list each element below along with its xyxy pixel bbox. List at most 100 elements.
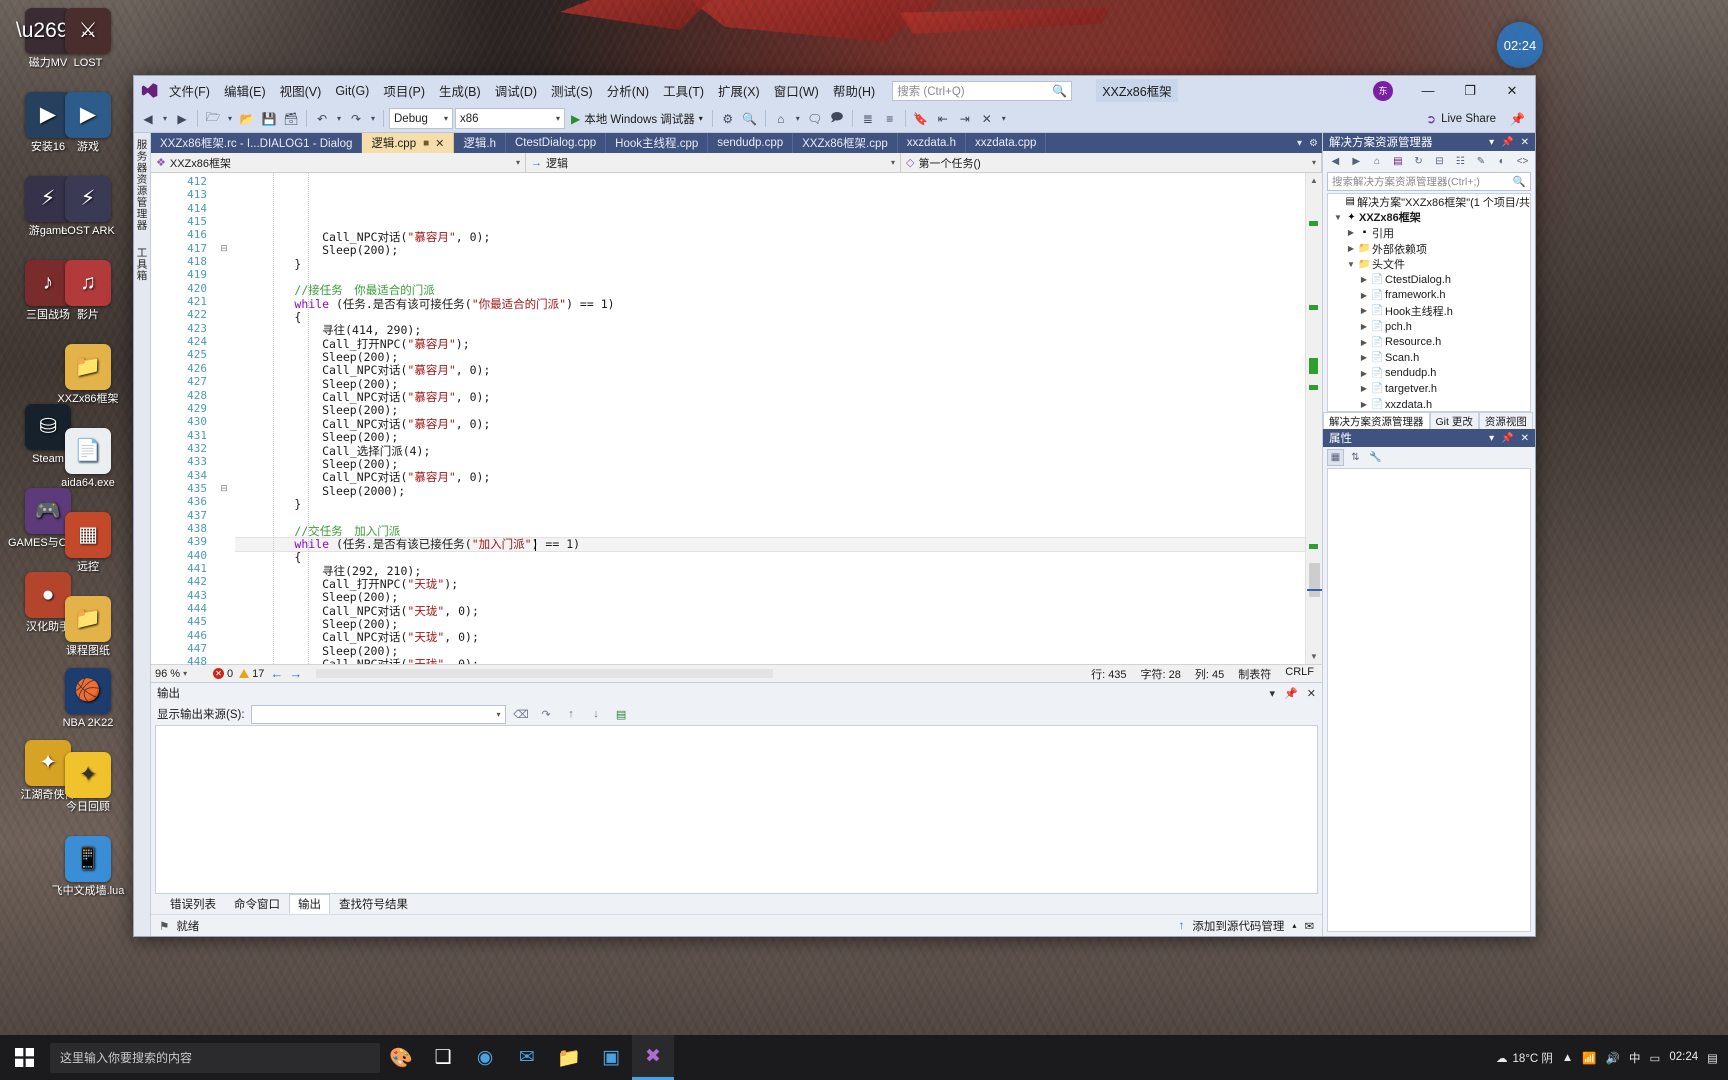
rail-server-explorer[interactable]: 服务器资源管理器 xyxy=(135,139,150,231)
chevron-right-icon[interactable]: ▶ xyxy=(1358,306,1370,315)
editor-horizontal-scrollbar[interactable] xyxy=(316,668,1078,679)
code-line[interactable]: Call_打开NPC("慕容月"); xyxy=(235,337,1305,351)
weather-indicator[interactable]: ☁ 18°C 阴 xyxy=(1496,1050,1553,1066)
code-line[interactable]: while (任务.是否有该已接任务("加入门派") == 1) xyxy=(235,536,1305,553)
tab-xxzx86-cpp[interactable]: XXZx86框架.cpp xyxy=(793,133,898,153)
taskbar-search-input[interactable]: 这里输入你要搜索的内容 xyxy=(50,1042,380,1073)
tab-output[interactable]: 输出 xyxy=(289,894,330,914)
redo-icon[interactable]: ↷ xyxy=(346,108,366,130)
tree-item[interactable]: ▶ ▪ 引用 xyxy=(1328,225,1530,241)
tree-item[interactable]: ▶ 📄 xxzdata.h xyxy=(1328,397,1530,411)
outdent-icon[interactable]: ≡ xyxy=(880,108,900,130)
solution-configuration-select[interactable]: Debug ▾ xyxy=(389,108,453,129)
tree-item[interactable]: ▶ 📄 framework.h xyxy=(1328,288,1530,304)
code-line[interactable]: Sleep(200); xyxy=(235,244,1305,257)
desktop-icon-xxzx86[interactable]: 📁 XXZx86框架 xyxy=(42,344,134,405)
code-line[interactable]: Call_NPC对话("慕容月", 0); xyxy=(235,364,1305,377)
chevron-right-icon[interactable]: ▶ xyxy=(1358,322,1370,331)
code-line[interactable]: Call_NPC对话("天珑", 0); xyxy=(235,631,1305,644)
desktop-icon-game[interactable]: ▶ 游戏 xyxy=(42,92,134,153)
chevron-right-icon[interactable]: ▶ xyxy=(1358,291,1370,300)
pin-icon[interactable]: 📌 xyxy=(1501,433,1513,444)
notifications-icon[interactable]: ✉ xyxy=(1304,919,1314,933)
chevron-right-icon[interactable]: ▶ xyxy=(1345,244,1357,253)
code-line[interactable] xyxy=(235,271,1305,284)
code-line[interactable]: Sleep(200); xyxy=(235,350,1305,364)
editor-vertical-scrollbar[interactable]: ▲ ▼ xyxy=(1305,173,1322,664)
navbar-scope-select[interactable]: → 逻辑 ▾ xyxy=(526,153,901,172)
code-line[interactable]: Sleep(200); xyxy=(235,377,1305,391)
solution-tree[interactable]: ▤ 解决方案"XXZx86框架"(1 个项目/共 ▼ ✦ XXZx86框架 ▶ ▪ 引用 ▶ 📁 外… xyxy=(1327,193,1531,412)
menu-git[interactable]: Git(G) xyxy=(328,81,376,101)
scroll-thumb[interactable] xyxy=(1309,563,1320,597)
code-line[interactable]: Call_NPC对话("慕容月", 0); xyxy=(235,390,1305,404)
navigate-forward-icon[interactable]: ▶ xyxy=(172,108,192,130)
close-icon[interactable]: ✕ xyxy=(435,137,444,150)
task-view-icon[interactable]: ❑ xyxy=(422,1035,464,1080)
chrome-icon[interactable]: ◉ xyxy=(464,1035,506,1080)
toolbar-overflow-icon[interactable]: ▾ xyxy=(999,108,1009,130)
document-settings-icon[interactable]: ⚙ xyxy=(1309,138,1318,149)
avatar[interactable]: 东 xyxy=(1373,80,1393,101)
close-icon[interactable]: ✕ xyxy=(1521,137,1529,148)
zoom-level-select[interactable]: 96 % ▾ xyxy=(155,668,207,680)
solution-explorer-search-input[interactable]: 搜索解决方案资源管理器(Ctrl+;) 🔍 xyxy=(1327,172,1531,191)
save-all-icon[interactable]: 🗃 xyxy=(281,108,301,130)
tree-item[interactable]: ▶ 📄 Resource.h xyxy=(1328,334,1530,350)
output-text-area[interactable] xyxy=(155,725,1318,894)
tab-xxzdata-cpp[interactable]: xxzdata.cpp xyxy=(966,133,1047,153)
collapse-all-icon[interactable]: ⊟ xyxy=(1431,153,1448,170)
tree-item[interactable]: ▶ 📁 外部依赖项 xyxy=(1328,241,1530,257)
output-source-select[interactable]: ▾ xyxy=(250,704,506,724)
ime-icon[interactable]: 中 xyxy=(1629,1050,1641,1066)
chevron-down-icon[interactable]: ▼ xyxy=(1345,260,1357,269)
scroll-thumb[interactable] xyxy=(316,669,773,678)
home-icon[interactable]: ⌂ xyxy=(1369,153,1386,170)
chevron-down-icon[interactable]: ▾ xyxy=(1489,137,1494,148)
tree-item[interactable]: ▶ 📄 targetver.h xyxy=(1328,381,1530,397)
tree-item[interactable]: ▤ 解决方案"XXZx86框架"(1 个项目/共 xyxy=(1328,194,1530,210)
code-line[interactable]: Call_NPC对话("天珑", 0); xyxy=(235,604,1305,618)
save-icon[interactable]: 💾 xyxy=(259,108,279,130)
word-wrap-icon[interactable]: ↷ xyxy=(537,705,556,724)
navbar-member-select[interactable]: ◇ 第一个任务() ▾ xyxy=(901,153,1322,172)
tree-item[interactable]: ▶ 📄 sendudp.h xyxy=(1328,366,1530,382)
chevron-right-icon[interactable]: ▶ xyxy=(1358,353,1370,362)
code-line[interactable]: } xyxy=(235,497,1305,511)
next-bookmark-icon[interactable]: ⇥ xyxy=(955,108,975,130)
code-line[interactable]: Call_NPC对话("慕容月", 0); xyxy=(235,230,1305,244)
tab-logic-h[interactable]: 逻辑.h xyxy=(454,133,506,153)
code-line[interactable]: Call_NPC对话("天珑", 0); xyxy=(235,657,1305,664)
fold-toggle-icon[interactable]: ⊟ xyxy=(213,242,235,255)
dock-tab-git-changes[interactable]: Git 更改 xyxy=(1429,412,1479,429)
desktop-icon-lua[interactable]: 📱 飞中文成墙.lua xyxy=(42,836,134,897)
code-line[interactable]: } xyxy=(235,257,1305,271)
pin-icon[interactable]: 📌 xyxy=(1510,112,1525,126)
close-button[interactable]: ✕ xyxy=(1491,77,1533,105)
menu-debug[interactable]: 调试(D) xyxy=(488,78,544,103)
code-line[interactable]: Sleep(200); xyxy=(235,591,1305,604)
forward-icon[interactable]: ▶ xyxy=(1348,153,1365,170)
code-line[interactable]: Call_NPC对话("慕容月", 0); xyxy=(235,471,1305,484)
tab-hook-cpp[interactable]: Hook主线程.cpp xyxy=(606,133,709,153)
properties-icon[interactable]: ✎ xyxy=(1473,153,1490,170)
code-line[interactable]: Call_打开NPC("天珑"); xyxy=(235,577,1305,591)
tree-item[interactable]: ▶ 📄 Scan.h xyxy=(1328,350,1530,366)
find-icon[interactable]: 🔍 xyxy=(740,108,760,130)
code-line[interactable]: Sleep(2000); xyxy=(235,484,1305,498)
mail-icon[interactable]: ✉ xyxy=(506,1035,548,1080)
paint-icon[interactable]: 🎨 xyxy=(380,1035,422,1080)
tab-sendudp-cpp[interactable]: sendudp.cpp xyxy=(708,133,794,153)
desktop-icon-nba2k22[interactable]: 🏀 NBA 2K22 xyxy=(42,668,134,729)
go-to-previous-icon[interactable]: ↑ xyxy=(562,705,581,724)
tab-logic-cpp[interactable]: 逻辑.cpp ■ ✕ xyxy=(362,133,455,153)
pin-icon[interactable]: 📌 xyxy=(1501,137,1513,148)
comment-icon[interactable]: 🗨 xyxy=(805,108,825,130)
global-search-input[interactable]: 搜索 (Ctrl+Q) 🔍 xyxy=(892,80,1073,101)
chevron-right-icon[interactable]: ▶ xyxy=(1358,369,1370,378)
properties-grid[interactable] xyxy=(1327,468,1531,932)
tab-ctestdialog-cpp[interactable]: CtestDialog.cpp xyxy=(506,133,607,153)
navigate-back-icon[interactable]: ◀ xyxy=(138,108,158,130)
menu-analyze[interactable]: 分析(N) xyxy=(600,78,656,103)
code-editor[interactable]: 412 413 414 415 416 417 418 419 420 421 422 423 424 4… xyxy=(151,173,1322,668)
